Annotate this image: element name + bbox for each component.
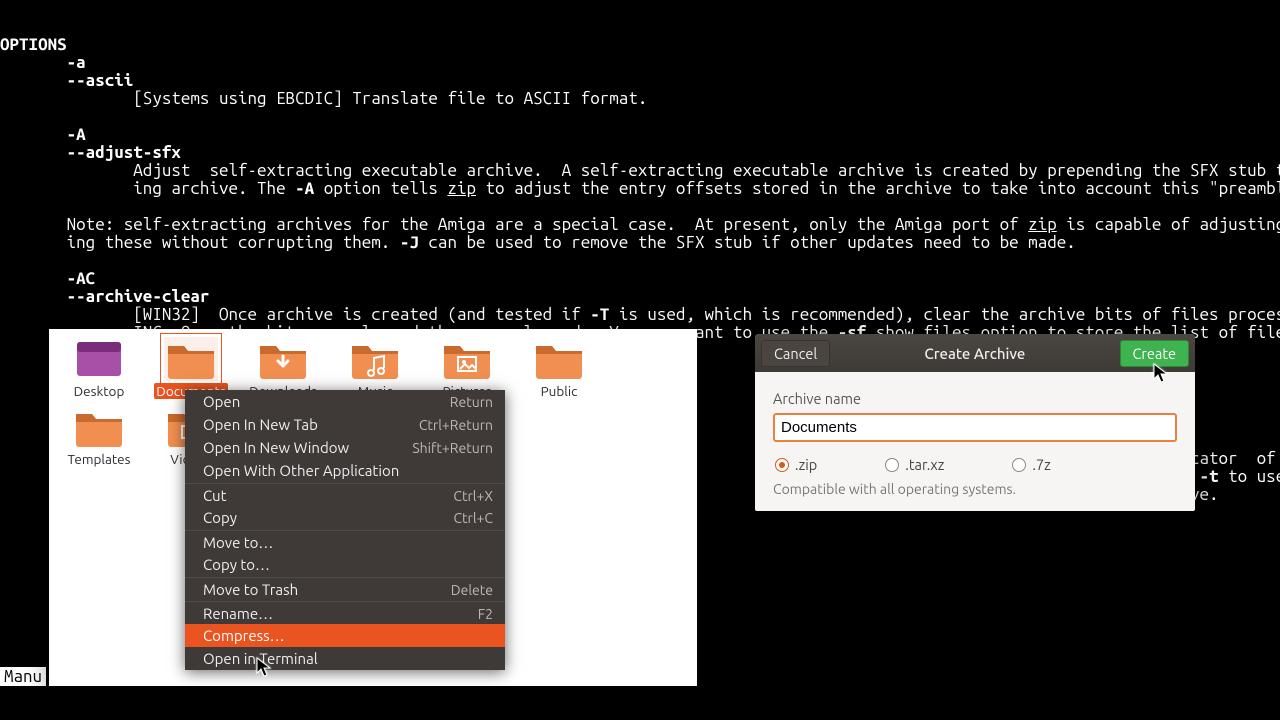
folder-desktop[interactable]: Desktop <box>53 335 145 403</box>
format-note: Compatible with all operating systems. <box>773 481 1177 497</box>
format-radio-tarxz[interactable] <box>885 458 899 472</box>
menu-item-accel: Ctrl+Return <box>419 417 493 433</box>
format-label: .tar.xz <box>905 456 944 473</box>
menu-item-label: Open In New Window <box>203 439 349 456</box>
format-radio-group: .zip .tar.xz .7z <box>773 456 1177 473</box>
menu-item-accel: F2 <box>478 606 493 622</box>
menu-item-label: Rename… <box>203 605 273 622</box>
menu-item-open-in-new-tab[interactable]: Open In New Tab Ctrl+Return <box>185 413 505 436</box>
folder-icon <box>348 337 402 381</box>
menu-item-rename[interactable]: Rename… F2 <box>185 601 505 624</box>
dialog-title: Create Archive <box>836 345 1113 362</box>
menu-item-move-to[interactable]: Move to… <box>185 530 505 553</box>
format-option-zip[interactable]: .zip <box>775 456 817 473</box>
folder-label: Templates <box>68 451 131 467</box>
menu-item-label: Cut <box>203 487 227 504</box>
menu-item-label: Copy <box>203 509 237 526</box>
menu-item-copy-to[interactable]: Copy to… <box>185 553 505 576</box>
menu-item-copy[interactable]: Copy Ctrl+C <box>185 506 505 529</box>
format-label: .7z <box>1032 456 1050 473</box>
manual-status-bar: Manu <box>0 667 46 686</box>
format-option-tarxz[interactable]: .tar.xz <box>885 456 944 473</box>
menu-item-open[interactable]: Open Return <box>185 390 505 413</box>
menu-item-label: Move to… <box>203 534 273 551</box>
folder-label: Public <box>541 383 578 399</box>
menu-item-label: Open in Terminal <box>203 650 318 667</box>
format-option-7z[interactable]: .7z <box>1012 456 1050 473</box>
menu-item-open-with-other-application[interactable]: Open With Other Application <box>185 459 505 482</box>
folder-icon <box>72 337 126 381</box>
menu-item-label: Move to Trash <box>203 581 298 598</box>
dialog-header: Cancel Create Archive Create <box>755 334 1195 372</box>
folder-public[interactable]: Public <box>513 335 605 403</box>
create-button[interactable]: Create <box>1120 340 1190 367</box>
menu-item-accel: Shift+Return <box>412 440 493 456</box>
format-radio-7z[interactable] <box>1012 458 1026 472</box>
menu-item-open-in-new-window[interactable]: Open In New Window Shift+Return <box>185 436 505 459</box>
menu-item-accel: Return <box>450 394 493 410</box>
menu-item-label: Open <box>203 393 240 410</box>
folder-templates[interactable]: Templates <box>53 403 145 471</box>
format-label: .zip <box>795 456 817 473</box>
menu-item-compress[interactable]: Compress… <box>185 624 505 647</box>
folder-icon <box>72 405 126 449</box>
menu-item-open-in-terminal[interactable]: Open in Terminal <box>185 647 505 670</box>
menu-item-accel: Ctrl+X <box>453 488 493 504</box>
folder-icon <box>440 337 494 381</box>
menu-item-label: Compress… <box>203 627 285 644</box>
menu-item-move-to-trash[interactable]: Move to Trash Delete <box>185 577 505 600</box>
cancel-button[interactable]: Cancel <box>761 340 830 367</box>
archive-name-input[interactable] <box>773 413 1177 442</box>
menu-item-cut[interactable]: Cut Ctrl+X <box>185 483 505 506</box>
folder-icon <box>256 337 310 381</box>
context-menu: OpenReturnOpen In New TabCtrl+ReturnOpen… <box>185 390 505 670</box>
dialog-body: Archive name .zip .tar.xz .7z Compatible w… <box>755 372 1195 511</box>
folder-icon <box>164 337 218 381</box>
menu-item-accel: Delete <box>451 582 493 598</box>
archive-name-label: Archive name <box>773 390 1177 407</box>
format-radio-zip[interactable] <box>775 458 789 472</box>
menu-item-accel: Ctrl+C <box>453 510 493 526</box>
menu-item-label: Open In New Tab <box>203 416 318 433</box>
create-archive-dialog: Cancel Create Archive Create Archive nam… <box>755 334 1195 511</box>
menu-item-label: Open With Other Application <box>203 462 399 479</box>
menu-item-label: Copy to… <box>203 556 270 573</box>
folder-icon <box>532 337 586 381</box>
folder-label: Desktop <box>74 383 125 399</box>
